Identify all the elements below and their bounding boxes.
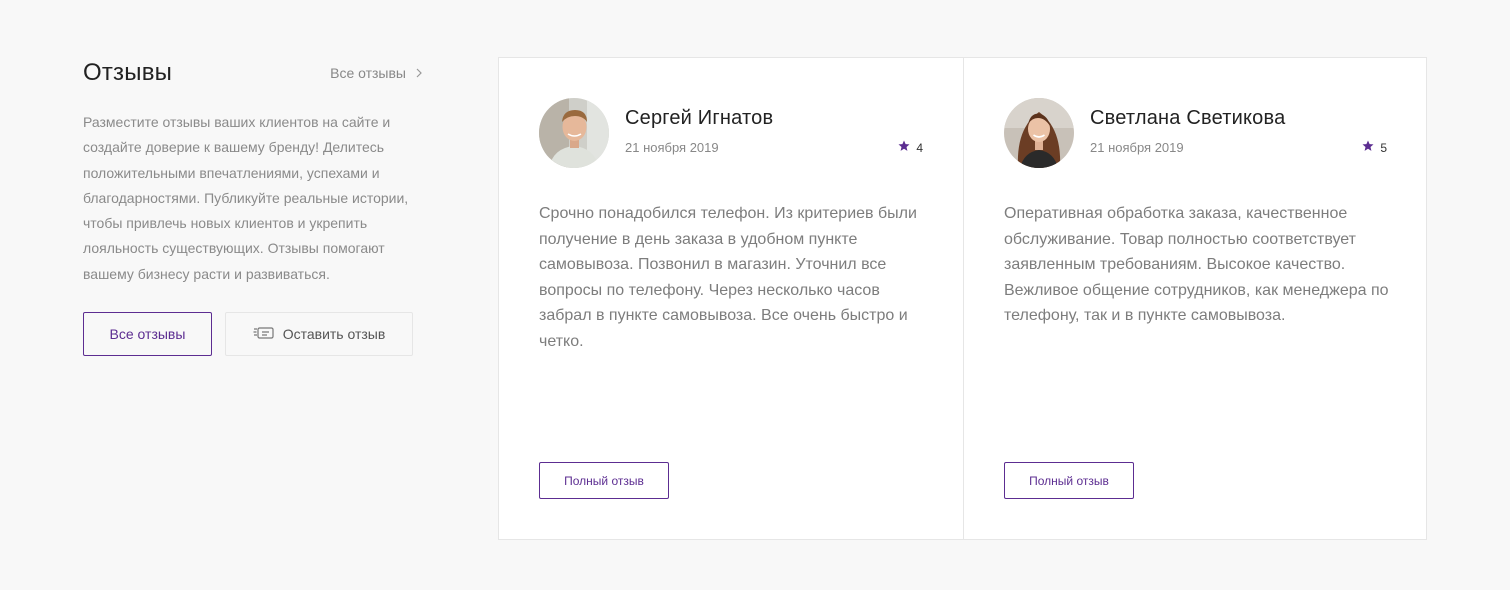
all-reviews-button[interactable]: Все отзывы <box>83 312 212 357</box>
reviewer-name: Сергей Игнатов <box>625 107 774 129</box>
review-header: Светлана Светикова 21 ноября 2019 5 <box>1004 98 1387 169</box>
review-text: Оперативная обработка заказа, качественн… <box>1004 205 1389 324</box>
leave-review-button[interactable]: Оставить отзыв <box>225 312 413 357</box>
chevron-right-icon <box>416 66 426 80</box>
all-reviews-link-label: Все отзывы <box>330 65 406 81</box>
star-icon <box>898 140 910 155</box>
reviews-section: Отзывы Все отзывы Разместите отзывы ваши… <box>0 0 1510 590</box>
review-date: 21 ноября 2019 <box>625 140 719 155</box>
review-card: Сергей Игнатов 21 ноября 2019 4 Срочно п… <box>499 58 963 539</box>
review-meta: 21 ноября 2019 4 <box>625 140 923 155</box>
avatar <box>1004 98 1074 168</box>
section-description: Разместите отзывы ваших клиентов на сайт… <box>83 114 409 282</box>
review-header-info: Сергей Игнатов 21 ноября 2019 4 <box>625 98 923 155</box>
intro-header: Отзывы Все отзывы <box>83 58 428 88</box>
leave-review-label: Оставить отзыв <box>282 326 386 343</box>
review-rating: 4 <box>898 140 923 155</box>
full-review-button[interactable]: Полный отзыв <box>539 462 669 499</box>
section-title: Отзывы <box>83 59 173 86</box>
all-reviews-link[interactable]: Все отзывы <box>330 65 426 81</box>
reviews-intro: Отзывы Все отзывы Разместите отзывы ваши… <box>83 58 428 357</box>
review-header-info: Светлана Светикова 21 ноября 2019 5 <box>1090 98 1387 155</box>
rating-value: 4 <box>916 140 923 155</box>
reviews-list: Сергей Игнатов 21 ноября 2019 4 Срочно п… <box>498 57 1427 540</box>
star-icon <box>1362 140 1374 155</box>
review-meta: 21 ноября 2019 5 <box>1090 140 1387 155</box>
review-rating: 5 <box>1362 140 1387 155</box>
review-card: Светлана Светикова 21 ноября 2019 5 Опер… <box>963 58 1427 539</box>
review-date: 21 ноября 2019 <box>1090 140 1184 155</box>
rating-value: 5 <box>1380 140 1387 155</box>
full-review-button[interactable]: Полный отзыв <box>1004 462 1134 499</box>
review-text: Срочно понадобился телефон. Из критериев… <box>539 205 917 350</box>
reviewer-name: Светлана Светикова <box>1090 107 1286 129</box>
intro-actions: Все отзывы Оставить отзыв <box>83 312 428 357</box>
review-header: Сергей Игнатов 21 ноября 2019 4 <box>539 98 923 169</box>
avatar <box>539 98 609 168</box>
review-box-icon <box>253 325 275 344</box>
